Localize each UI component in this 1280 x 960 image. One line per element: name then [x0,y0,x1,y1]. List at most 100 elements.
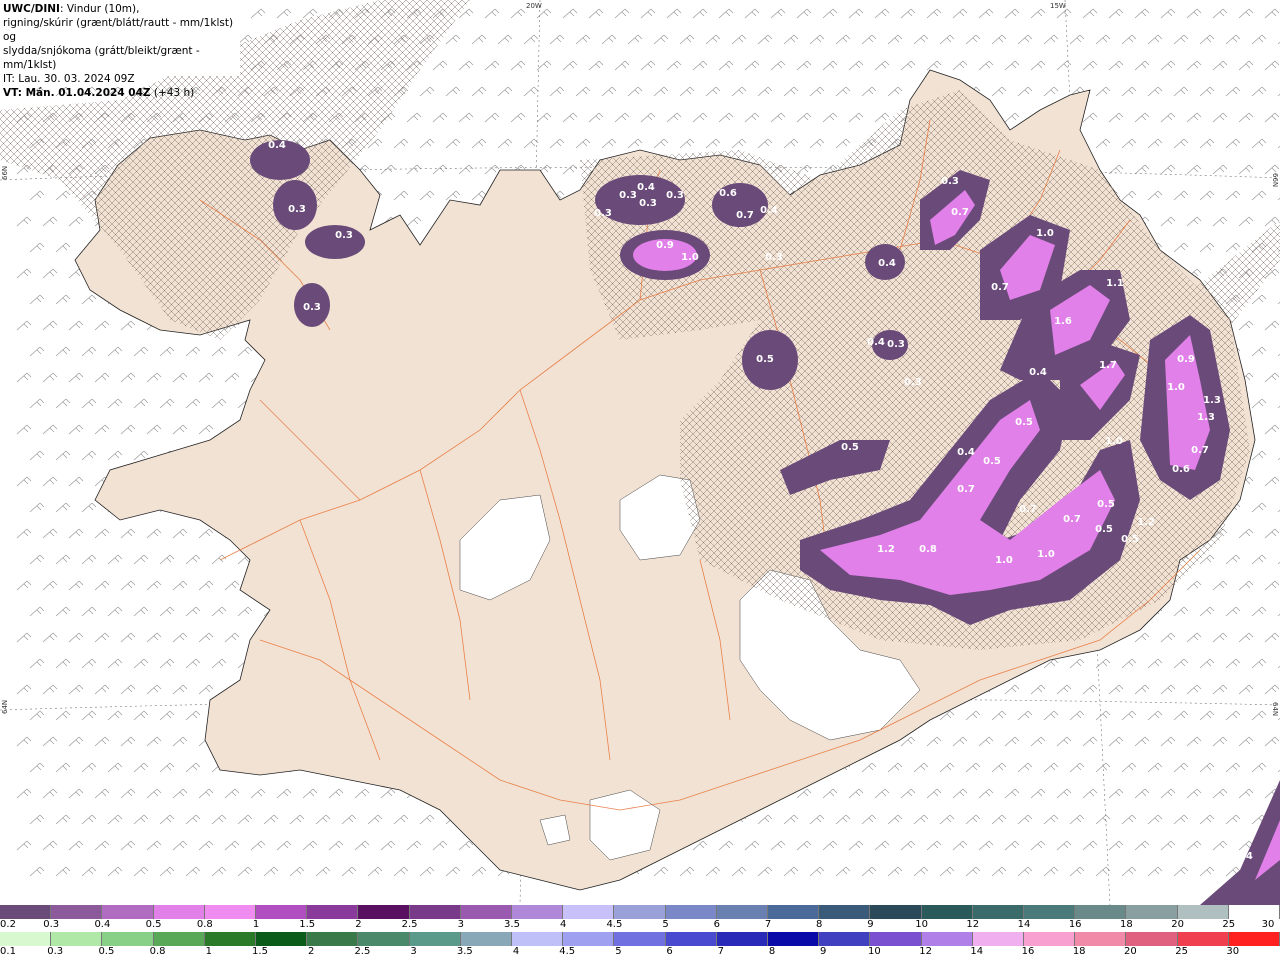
header-line-1-rest: : Vindur (10m), [59,3,140,15]
precip-value-label: 1.0 [681,252,699,263]
precip-value-label: 1.0 [995,555,1013,566]
legend-tick-label: 6 [713,919,720,930]
legend-swatch [563,905,615,919]
grid-label-66n-right: 66N [1271,173,1279,187]
legend-swatch [1126,905,1178,919]
header-line-1: UWC/DINI: Vindur (10m), [3,2,237,16]
precip-value-label: 0.5 [983,456,1001,467]
precip-value-label: 0.9 [656,240,674,251]
legend-tick-label: 0.5 [98,946,115,957]
legend-tick-label: 7 [717,946,724,957]
map-header: UWC/DINI: Vindur (10m), rigning/skúrir (… [0,0,240,99]
header-line-2: rigning/skúrir (grænt/blátt/rautt - mm/1… [3,17,234,43]
legend-tick-label: 16 [1068,919,1082,930]
legend-swatch [614,932,666,946]
legend-swatch [512,932,564,946]
legend-tick-label: 7 [764,919,772,930]
legend-swatch [768,905,820,919]
precip-value-label: 0.6 [1172,464,1190,475]
legend-swatch [563,932,615,946]
precip-value-label: 0.3 [594,208,612,219]
snow-legend-labels: 0.2 0.3 0.4 0.5 0.8 1 1.5 2 2.5 3 3.5 4 4.5 5 6 7 8 9 10 12… [0,919,1280,931]
precip-value-label: 0.7 [951,207,969,218]
grid-label-15w: 15W [1050,2,1066,10]
model-name: UWC/DINI [3,3,60,15]
legend-tick-label: 8 [816,919,823,930]
precip-value-label: 0.3 [335,230,353,241]
legend-swatch [460,905,513,919]
precip-value-label: 0.4 [957,447,975,458]
precip-value-label: 0.5 [1095,524,1113,535]
legend-swatch [1177,932,1229,946]
legend-swatch [870,905,922,919]
precip-value-label: 0.8 [919,544,937,555]
legend-tick-label: 2.5 [401,919,418,930]
precip-value-label: 0.5 [841,442,859,453]
precip-value-label: 1.7 [1099,360,1117,371]
precip-value-label: 0.9 [1177,354,1195,365]
precip-value-label: 0.7 [1191,445,1209,456]
legend-swatch [819,905,871,919]
legend-swatch [0,932,52,946]
legend-tick-label: 4 [560,919,567,930]
precip-value-label: 0.7 [1019,504,1037,515]
weather-map: 20W 15W 66N 66N 64N 64N 0.40.30.30.30.40… [0,0,1280,905]
legend-tick-label: 4 [512,946,520,957]
legend-tick-label: 1.5 [299,919,316,930]
precip-value-label: 0.5 [1097,499,1115,510]
legend-swatch [409,905,461,919]
legend-swatch [358,905,410,919]
precip-value-label: 0.3 [666,190,684,201]
legend-swatch [1075,905,1127,919]
legend-tick-label: 4.5 [606,919,623,930]
legend-tick-label: 5 [662,919,669,930]
issue-time: IT: Lau. 30. 03. 2024 09Z [3,73,135,85]
precip-value-label: 0.5 [1121,534,1139,545]
precip-value-label: 0.4 [1029,367,1047,378]
legend-tick-label: 0.3 [43,919,60,930]
legend-swatch [1177,905,1229,919]
legend-tick-label: 1.5 [252,946,268,957]
legend-tick-label: 0.1 [0,946,16,957]
legend-swatch [614,905,666,919]
legend-tick-label: 25 [1175,946,1188,957]
legend-tick-label: 9 [820,946,827,957]
precip-value-label: 0.7 [957,484,975,495]
precip-value-label: 1.3 [1197,412,1215,423]
rain-legend-labels: 0.1 0.3 0.5 0.8 1 1.5 2 2.5 3 3.5 4 4.5 5 6 7 8 9 10 12 14 1… [0,946,1280,958]
header-line-3: slydda/snjókoma (grátt/bleikt/grænt - mm… [3,45,200,71]
rain-legend-bar [0,932,1280,946]
precip-value-label: 0.4 [878,258,896,269]
legend-swatch [716,932,769,946]
precip-value-label: 1.6 [1054,316,1072,327]
grid-label-64n-right: 64N [1271,702,1279,716]
precip-value-label: 0.4 [867,337,885,348]
legend-swatch [307,905,359,919]
legend-swatch [1228,932,1280,946]
precip-value-label: 0.3 [639,198,657,209]
legend-swatch [153,932,205,946]
precip-value-label: 0.6 [719,188,737,199]
legend-swatch [102,905,154,919]
precip-value-label: 0.4 [760,205,778,216]
legend-swatch [921,932,973,946]
valid-time: VT: Mán. 01.04.2024 04Z [3,87,151,99]
precip-value-label: 1.2 [1137,517,1155,528]
legend-swatch [819,932,871,946]
legend-tick-label: 0.8 [196,919,213,930]
legend-tick-label: 2 [308,946,315,957]
legend-swatch [512,905,564,919]
legend-tick-label: 0.3 [47,946,64,957]
precip-value-label: 0.3 [765,252,783,263]
legend-swatch [972,905,1025,919]
precip-value-label: 1.3 [1203,395,1221,406]
legend-tick-label: 4.5 [559,946,576,957]
legend-swatch [665,905,717,919]
legend-swatch [358,932,410,946]
legend-swatch [665,932,717,946]
grid-label-20w: 20W [526,2,542,10]
precip-value-label: 0.3 [941,176,959,187]
legend-tick-label: 25 [1222,919,1236,930]
legend-swatch [51,905,103,919]
legend-tick-label: 9 [867,919,874,930]
